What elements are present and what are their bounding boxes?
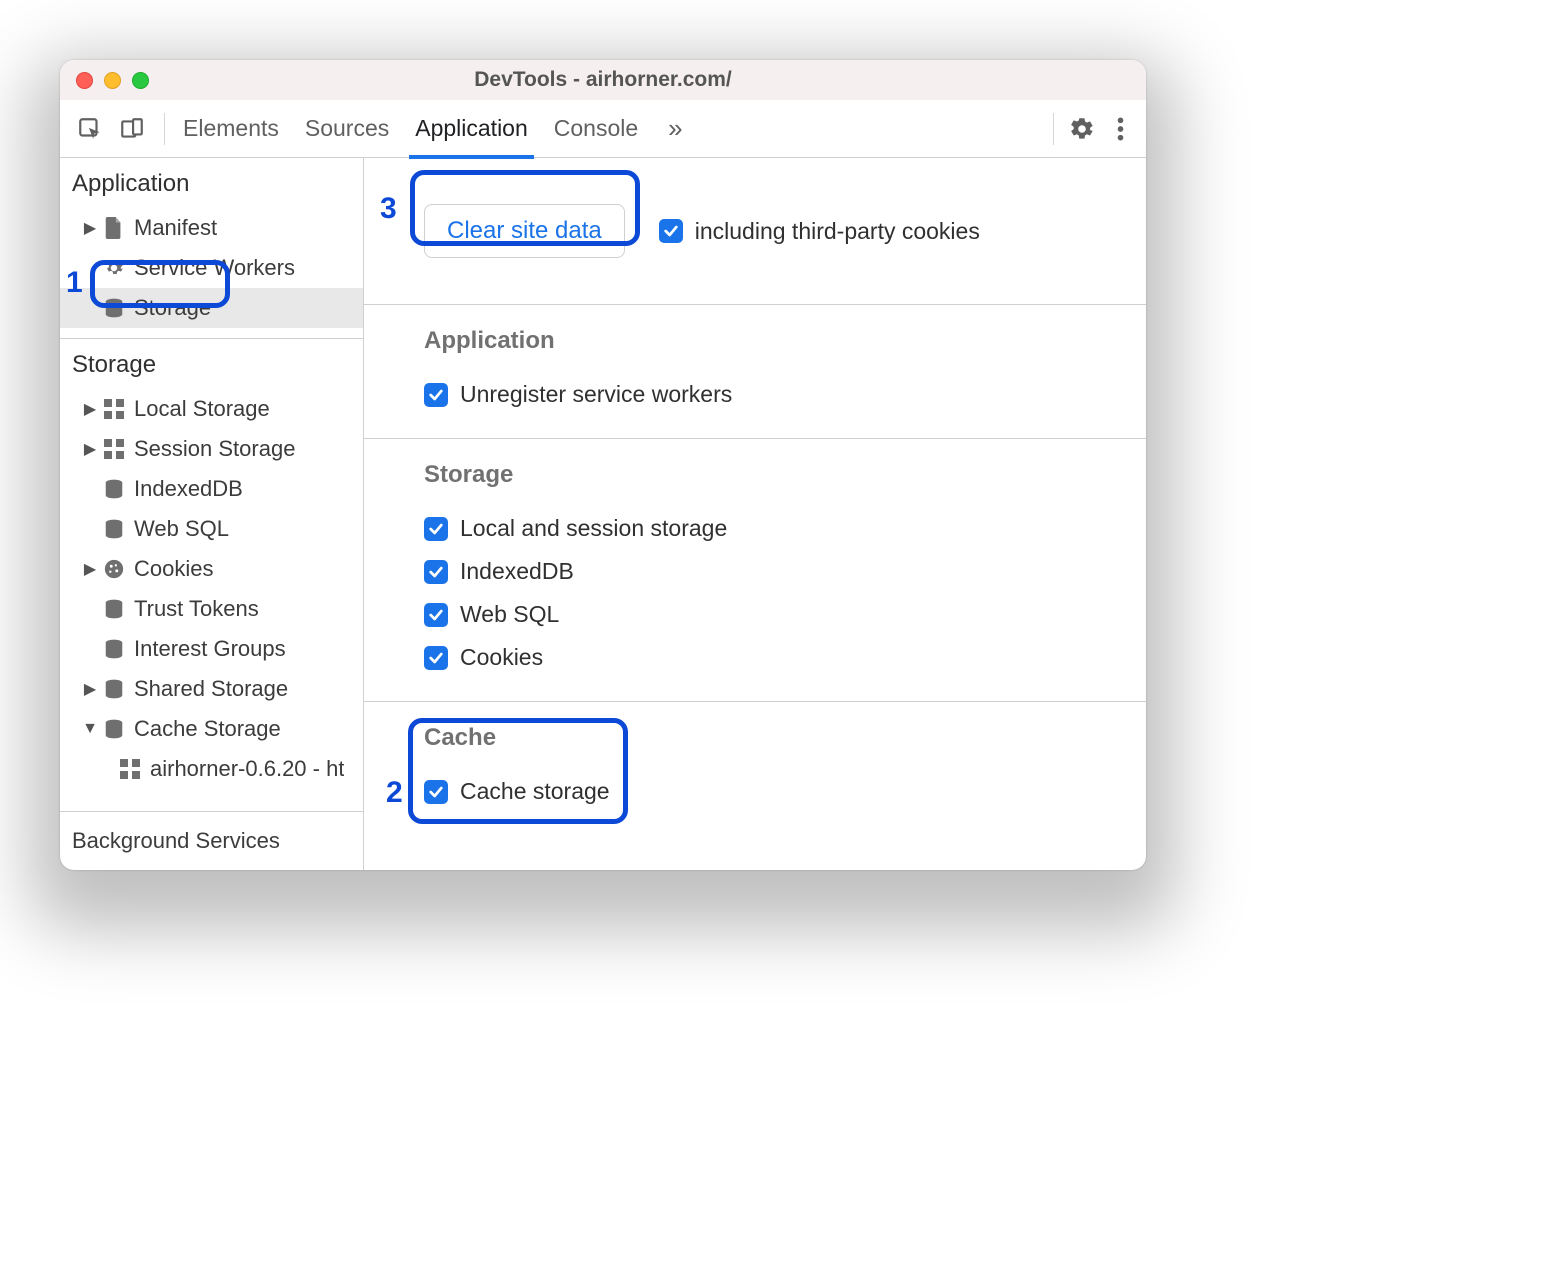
titlebar: DevTools - airhorner.com/ <box>60 60 1146 100</box>
checkbox-cookies[interactable]: Cookies <box>424 636 1124 679</box>
more-icon[interactable] <box>1102 111 1138 147</box>
section-cache: Cache Cache storage <box>364 701 1146 835</box>
grid-icon <box>102 397 126 421</box>
divider <box>1053 113 1054 145</box>
database-icon <box>102 677 126 701</box>
close-icon[interactable] <box>76 72 93 89</box>
maximize-icon[interactable] <box>132 72 149 89</box>
sidebar-item-interest-groups[interactable]: ▶ Interest Groups <box>60 629 363 669</box>
section-storage: Storage Local and session storage Indexe… <box>364 438 1146 701</box>
chevron-right-icon[interactable]: ▶ <box>82 218 98 238</box>
gear-icon[interactable] <box>1064 111 1100 147</box>
checkbox-checked-icon <box>659 219 683 243</box>
third-party-cookies-checkbox[interactable]: including third-party cookies <box>659 210 980 253</box>
section-application: Application Unregister service workers <box>364 304 1146 438</box>
sidebar-item-cache-entry[interactable]: airhorner-0.6.20 - ht <box>60 749 363 789</box>
checkbox-local-session[interactable]: Local and session storage <box>424 507 1124 550</box>
sidebar-item-service-workers[interactable]: ▶ Service Workers <box>60 248 363 288</box>
database-icon <box>102 717 126 741</box>
checkbox-checked-icon <box>424 646 448 670</box>
sidebar-item-indexeddb[interactable]: ▶ IndexedDB <box>60 469 363 509</box>
database-icon <box>102 517 126 541</box>
database-icon <box>102 637 126 661</box>
clear-site-data-button[interactable]: Clear site data <box>424 204 625 258</box>
database-icon <box>102 477 126 501</box>
sidebar-item-trust-tokens[interactable]: ▶ Trust Tokens <box>60 589 363 629</box>
database-icon <box>102 296 126 320</box>
checkbox-indexeddb[interactable]: IndexedDB <box>424 550 1124 593</box>
content-pane: Clear site data including third-party co… <box>364 158 1146 870</box>
sidebar-group-storage: Storage <box>60 339 363 389</box>
window-controls <box>76 72 149 89</box>
checkbox-cache-storage[interactable]: Cache storage <box>424 770 1124 813</box>
cookie-icon <box>102 557 126 581</box>
tab-sources[interactable]: Sources <box>305 100 389 158</box>
sidebar: Application ▶ Manifest ▶ Ser <box>60 158 364 870</box>
devtools-window: DevTools - airhorner.com/ Elements Sourc… <box>60 60 1146 870</box>
window-title: DevTools - airhorner.com/ <box>60 68 1146 92</box>
sidebar-group-application: Application <box>60 158 363 208</box>
device-mode-icon[interactable] <box>114 111 150 147</box>
inspect-icon[interactable] <box>72 111 108 147</box>
checkbox-checked-icon <box>424 517 448 541</box>
tab-elements[interactable]: Elements <box>183 100 279 158</box>
sidebar-item-websql[interactable]: ▶ Web SQL <box>60 509 363 549</box>
panel-tabstrip: Elements Sources Application Console » <box>60 100 1146 158</box>
chevron-down-icon[interactable]: ▼ <box>82 720 98 738</box>
sidebar-item-shared-storage[interactable]: ▶ Shared Storage <box>60 669 363 709</box>
overflow-icon[interactable]: » <box>668 113 682 144</box>
grid-icon <box>118 757 142 781</box>
checkbox-checked-icon <box>424 603 448 627</box>
tab-application[interactable]: Application <box>415 100 528 158</box>
gear-icon <box>102 256 126 280</box>
chevron-right-icon[interactable]: ▶ <box>82 559 98 579</box>
sidebar-item-storage[interactable]: ▶ Storage <box>60 288 363 328</box>
grid-icon <box>102 437 126 461</box>
sidebar-item-cache-storage[interactable]: ▼ Cache Storage <box>60 709 363 749</box>
sidebar-item-cookies[interactable]: ▶ Cookies <box>60 549 363 589</box>
checkbox-checked-icon <box>424 383 448 407</box>
checkbox-checked-icon <box>424 560 448 584</box>
chevron-right-icon[interactable]: ▶ <box>82 439 98 459</box>
checkbox-websql[interactable]: Web SQL <box>424 593 1124 636</box>
chevron-right-icon[interactable]: ▶ <box>82 679 98 699</box>
file-icon <box>102 216 126 240</box>
tab-console[interactable]: Console <box>554 100 638 158</box>
sidebar-item-local-storage[interactable]: ▶ Local Storage <box>60 389 363 429</box>
sidebar-item-manifest[interactable]: ▶ Manifest <box>60 208 363 248</box>
minimize-icon[interactable] <box>104 72 121 89</box>
checkbox-unregister-sw[interactable]: Unregister service workers <box>424 373 1124 416</box>
divider <box>164 113 165 145</box>
sidebar-group-background-services: Background Services <box>60 811 363 870</box>
chevron-right-icon[interactable]: ▶ <box>82 399 98 419</box>
sidebar-item-session-storage[interactable]: ▶ Session Storage <box>60 429 363 469</box>
checkbox-checked-icon <box>424 780 448 804</box>
database-icon <box>102 597 126 621</box>
